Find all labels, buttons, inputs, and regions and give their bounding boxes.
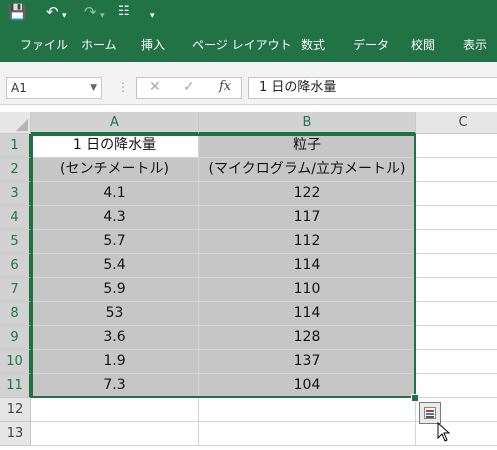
cell-c13[interactable] xyxy=(416,422,497,446)
column-header-a[interactable]: A xyxy=(31,112,199,134)
save-icon[interactable]: 💾 xyxy=(8,2,27,22)
cell-c8[interactable] xyxy=(416,302,497,326)
form-icon[interactable]: ☷ xyxy=(118,2,130,22)
mouse-pointer-icon xyxy=(437,422,451,442)
cell-b12[interactable] xyxy=(199,398,416,422)
undo-dropdown-icon[interactable]: ▾ xyxy=(62,6,67,26)
tab-review[interactable]: 校閲 xyxy=(411,36,435,53)
tab-file[interactable]: ファイル xyxy=(20,36,68,53)
cell-c6[interactable] xyxy=(416,254,497,278)
tab-data[interactable]: データ xyxy=(353,36,389,53)
cell-b13[interactable] xyxy=(199,422,416,446)
redo-dropdown-icon[interactable]: ▾ xyxy=(100,6,105,26)
row-header[interactable]: 11 xyxy=(0,374,31,398)
cell-c10[interactable] xyxy=(416,350,497,374)
row-header[interactable]: 4 xyxy=(0,206,31,230)
name-box-value: A1 xyxy=(11,81,27,95)
cell-a9[interactable]: 3.6 xyxy=(31,326,199,350)
cell-c9[interactable] xyxy=(416,326,497,350)
cell-a11[interactable]: 7.3 xyxy=(31,374,199,398)
cell-a2[interactable]: (センチメートル) xyxy=(31,158,199,182)
cell-b4[interactable]: 117 xyxy=(199,206,416,230)
row-header[interactable]: 9 xyxy=(0,326,31,350)
enter-icon[interactable]: ✓ xyxy=(183,79,195,95)
column-header-c[interactable]: C xyxy=(416,112,497,134)
row-header[interactable]: 3 xyxy=(0,182,31,206)
formula-bar: A1 ▼ ⋮ ✕ ✓ fx 1 日の降水量 xyxy=(0,74,497,105)
row-header[interactable]: 1 xyxy=(0,134,31,158)
tab-insert[interactable]: 挿入 xyxy=(141,36,165,53)
row-header[interactable]: 2 xyxy=(0,158,31,182)
row-header[interactable]: 12 xyxy=(0,398,31,422)
cell-a7[interactable]: 5.9 xyxy=(31,278,199,302)
cell-b6[interactable]: 114 xyxy=(199,254,416,278)
cell-b1[interactable]: 粒子 xyxy=(199,134,416,158)
cell-c3[interactable] xyxy=(416,182,497,206)
cell-b3[interactable]: 122 xyxy=(199,182,416,206)
cell-a3[interactable]: 4.1 xyxy=(31,182,199,206)
cell-c11[interactable] xyxy=(416,374,497,398)
cell-b8[interactable]: 114 xyxy=(199,302,416,326)
cell-b7[interactable]: 110 xyxy=(199,278,416,302)
name-box[interactable]: A1 ▼ xyxy=(6,77,102,99)
tab-view[interactable]: 表示 xyxy=(463,36,487,53)
cell-a13[interactable] xyxy=(31,422,199,446)
cell-a10[interactable]: 1.9 xyxy=(31,350,199,374)
cell-c7[interactable] xyxy=(416,278,497,302)
cell-c1[interactable] xyxy=(416,134,497,158)
quick-access-toolbar: 💾 ↶ ▾ ↷ ▾ ☷ ▾ xyxy=(0,0,497,26)
cell-c4[interactable] xyxy=(416,206,497,230)
cell-a1[interactable]: 1 日の降水量 xyxy=(31,134,199,158)
cell-c5[interactable] xyxy=(416,230,497,254)
tab-page-layout[interactable]: ページ レイアウト xyxy=(192,36,292,53)
fill-handle[interactable] xyxy=(411,394,419,402)
formula-bar-grip-icon: ⋮ xyxy=(117,80,129,94)
cell-b5[interactable]: 112 xyxy=(199,230,416,254)
ribbon-gap xyxy=(0,62,497,74)
cell-c2[interactable] xyxy=(416,158,497,182)
column-header-b[interactable]: B xyxy=(199,112,416,134)
row-header[interactable]: 8 xyxy=(0,302,31,326)
tab-formulas[interactable]: 数式 xyxy=(301,36,325,53)
customize-qat-icon[interactable]: ▾ xyxy=(150,6,155,26)
name-box-dropdown-icon[interactable]: ▼ xyxy=(90,78,97,98)
cell-a8[interactable]: 53 xyxy=(31,302,199,326)
redo-icon[interactable]: ↷ xyxy=(84,2,97,22)
cell-b10[interactable]: 137 xyxy=(199,350,416,374)
undo-icon[interactable]: ↶ xyxy=(46,2,59,22)
formula-input[interactable]: 1 日の降水量 xyxy=(248,77,497,99)
row-header[interactable]: 7 xyxy=(0,278,31,302)
insert-function-icon[interactable]: fx xyxy=(219,79,231,94)
formula-buttons: ✕ ✓ fx xyxy=(136,77,242,99)
cell-b11[interactable]: 104 xyxy=(199,374,416,398)
row-header[interactable]: 10 xyxy=(0,350,31,374)
cell-b9[interactable]: 128 xyxy=(199,326,416,350)
select-all-button[interactable] xyxy=(0,112,31,134)
cell-a12[interactable] xyxy=(31,398,199,422)
row-header[interactable]: 6 xyxy=(0,254,31,278)
row-header[interactable]: 5 xyxy=(0,230,31,254)
tab-home[interactable]: ホーム xyxy=(81,36,117,53)
cell-a5[interactable]: 5.7 xyxy=(31,230,199,254)
cell-b2[interactable]: (マイクログラム/立方メートル) xyxy=(199,158,416,182)
row-header[interactable]: 13 xyxy=(0,422,31,446)
ribbon-tabs: ファイル ホーム 挿入 ページ レイアウト 数式 データ 校閲 表示 xyxy=(0,26,497,62)
cell-a6[interactable]: 5.4 xyxy=(31,254,199,278)
cancel-icon[interactable]: ✕ xyxy=(149,79,161,95)
quick-analysis-icon[interactable] xyxy=(419,402,441,424)
cell-a4[interactable]: 4.3 xyxy=(31,206,199,230)
